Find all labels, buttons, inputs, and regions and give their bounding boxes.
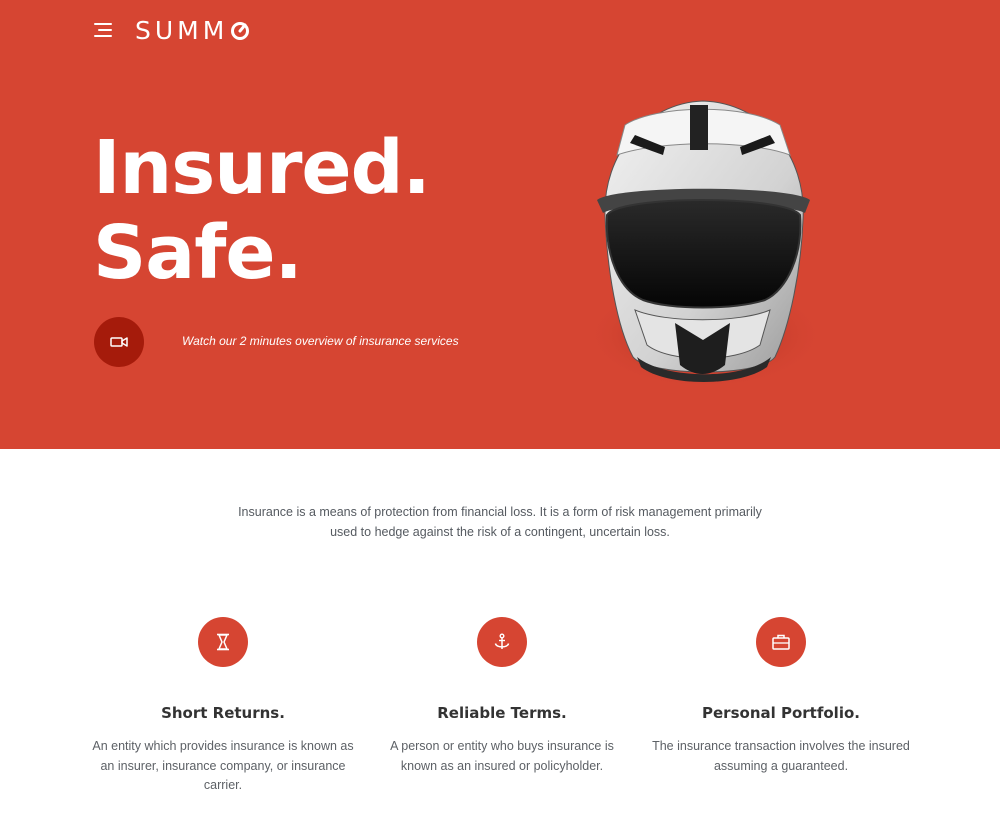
- feature-title: Short Returns.: [161, 704, 285, 722]
- headline-line-1: Insured.: [93, 125, 431, 211]
- video-caption[interactable]: Watch our 2 minutes overview of insuranc…: [182, 334, 459, 348]
- feature-short-returns: Short Returns. An entity which provides …: [78, 617, 368, 796]
- intro-line-2: used to hedge against the risk of a cont…: [330, 524, 670, 539]
- hamburger-menu-icon[interactable]: [94, 22, 112, 38]
- logo[interactable]: SUMM: [135, 15, 250, 47]
- logo-o-mark: [231, 22, 250, 40]
- logo-text: SUMM: [135, 16, 229, 45]
- feature-reliable-terms: Reliable Terms. A person or entity who b…: [357, 617, 647, 776]
- helmet-image: [585, 100, 825, 390]
- intro-text: Insurance is a means of protection from …: [200, 503, 800, 542]
- feature-title: Reliable Terms.: [437, 704, 567, 722]
- feature-title: Personal Portfolio.: [702, 704, 860, 722]
- feature-description: The insurance transaction involves the i…: [652, 739, 910, 773]
- hero-headline: Insured. Safe.: [93, 125, 431, 296]
- hero-section: SUMM Insured. Safe. Watch our 2 minutes …: [0, 0, 1000, 449]
- briefcase-icon: [756, 617, 806, 667]
- anchor-icon: [477, 617, 527, 667]
- video-camera-icon: [110, 337, 128, 347]
- feature-personal-portfolio: Personal Portfolio. The insurance transa…: [636, 617, 926, 776]
- hourglass-icon: [198, 617, 248, 667]
- headline-line-2: Safe.: [93, 210, 303, 296]
- intro-line-1: Insurance is a means of protection from …: [238, 505, 762, 519]
- feature-description: An entity which provides insurance is kn…: [92, 739, 354, 792]
- feature-description: A person or entity who buys insurance is…: [390, 739, 614, 773]
- watch-video-button[interactable]: [94, 317, 144, 367]
